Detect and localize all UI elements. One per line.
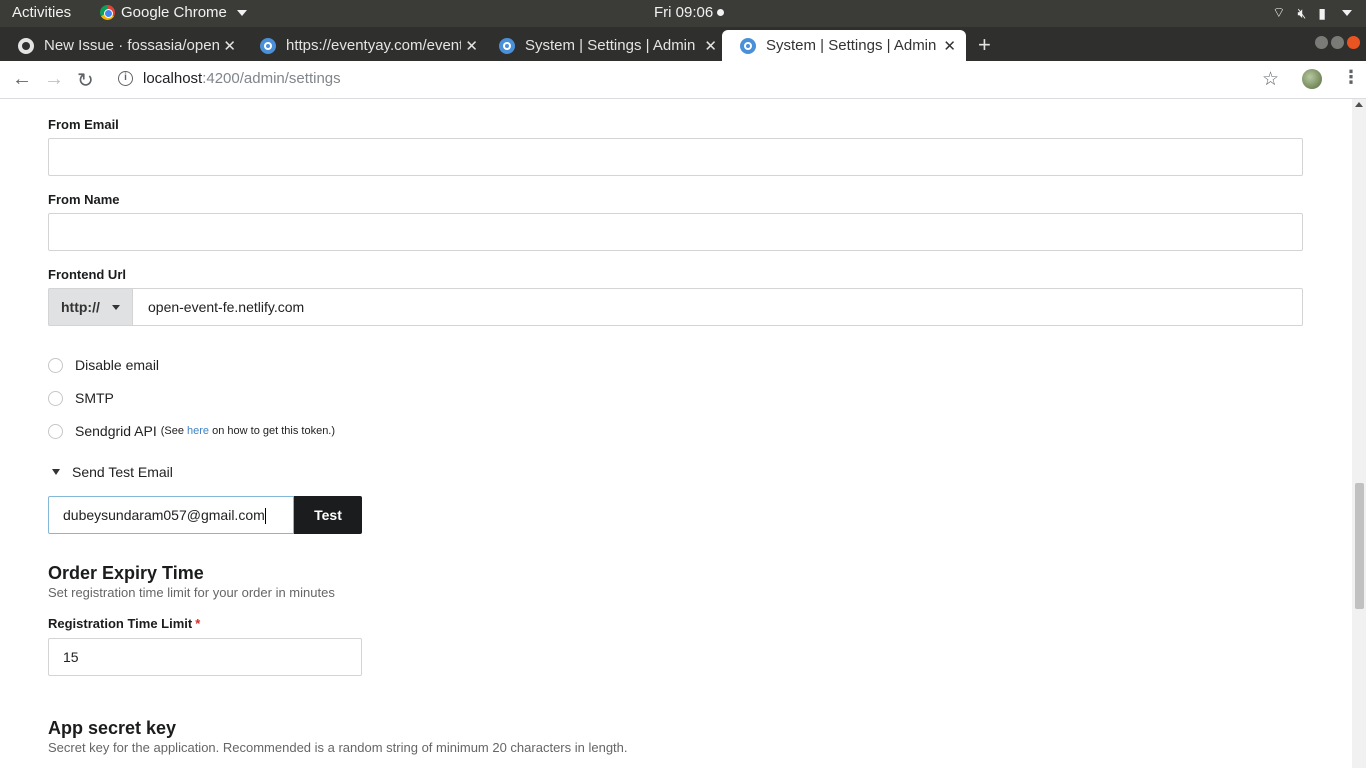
from-name-field[interactable] bbox=[48, 213, 1303, 251]
system-tray[interactable]: ⌔ 🔇︎ ▮ bbox=[1272, 4, 1352, 22]
scroll-up-icon[interactable] bbox=[1355, 102, 1363, 107]
caret-down-icon bbox=[52, 469, 60, 475]
clock[interactable]: Fri 09:06 bbox=[654, 4, 725, 21]
browser-tab-active[interactable]: System | Settings | Admin ✕ bbox=[722, 30, 966, 61]
info-icon[interactable]: i bbox=[118, 71, 133, 86]
test-email-value: dubeysundaram057@gmail.com bbox=[63, 507, 265, 523]
tab-title: System | Settings | Admin bbox=[766, 37, 937, 54]
from-email-field[interactable] bbox=[48, 138, 1303, 176]
frontend-url-field[interactable]: open-event-fe.netlify.com bbox=[48, 288, 1303, 326]
reload-icon[interactable]: ↻ bbox=[77, 68, 94, 93]
send-test-email-toggle[interactable]: Send Test Email bbox=[52, 464, 173, 480]
registration-time-limit-field[interactable]: 15 bbox=[48, 638, 362, 676]
close-icon[interactable]: ✕ bbox=[943, 37, 956, 55]
close-icon[interactable]: ✕ bbox=[223, 37, 236, 55]
accordion-label: Send Test Email bbox=[72, 464, 173, 480]
label-text: Registration Time Limit bbox=[48, 616, 193, 631]
from-name-label: From Name bbox=[48, 192, 120, 207]
scrollbar-thumb[interactable] bbox=[1355, 483, 1364, 609]
minimize-icon[interactable] bbox=[1315, 36, 1328, 49]
avatar[interactable] bbox=[1302, 69, 1322, 89]
tab-title: System | Settings | Admin bbox=[525, 37, 696, 54]
page-content: From Email From Name Frontend Url open-e… bbox=[0, 99, 1352, 768]
chevron-down-icon bbox=[236, 9, 247, 16]
radio-label: SMTP bbox=[75, 390, 114, 406]
radio-circle-icon[interactable] bbox=[48, 357, 63, 373]
url-path: :4200/admin/settings bbox=[202, 70, 341, 87]
url-host: localhost bbox=[143, 70, 203, 87]
sendgrid-note: (See here on how to get this token.) bbox=[161, 425, 335, 437]
close-icon[interactable]: ✕ bbox=[704, 37, 717, 55]
sendgrid-help-link[interactable]: here bbox=[187, 425, 209, 437]
clock-label: Fri 09:06 bbox=[654, 4, 714, 21]
from-email-label: From Email bbox=[48, 117, 119, 132]
address-bar[interactable]: i localhost:4200/admin/settings bbox=[118, 70, 341, 87]
browser-tab[interactable]: New Issue · fossasia/open-event-frontend… bbox=[0, 30, 246, 61]
test-button[interactable]: Test bbox=[294, 496, 362, 534]
close-icon[interactable]: ✕ bbox=[465, 37, 478, 55]
radio-label: Disable email bbox=[75, 357, 160, 373]
required-mark: * bbox=[195, 616, 201, 631]
chevron-down-icon bbox=[1342, 10, 1352, 16]
eventyay-icon bbox=[499, 37, 515, 54]
close-window-icon[interactable] bbox=[1347, 36, 1360, 49]
tab-title: https://eventyay.com/events bbox=[286, 37, 461, 54]
wifi-icon: ⌔ bbox=[1272, 4, 1286, 20]
eventyay-icon bbox=[740, 37, 756, 54]
note-suffix: on how to get this token.) bbox=[209, 425, 336, 437]
radio-circle-icon[interactable] bbox=[48, 423, 63, 439]
dropdown-caret-icon bbox=[112, 305, 120, 310]
radio-circle-icon[interactable] bbox=[48, 390, 63, 406]
browser-tab[interactable]: https://eventyay.com/events ✕ bbox=[242, 30, 488, 61]
page-scrollbar[interactable] bbox=[1352, 99, 1366, 768]
eventyay-icon bbox=[260, 37, 276, 54]
browser-toolbar: ← → ↻ i localhost:4200/admin/settings ☆ … bbox=[0, 61, 1366, 99]
volume-icon: 🔇︎ bbox=[1297, 4, 1307, 21]
protocol-dropdown[interactable]: http:// bbox=[48, 288, 133, 326]
app-secret-heading: App secret key bbox=[48, 718, 177, 738]
back-arrow-icon[interactable]: ← bbox=[12, 68, 32, 91]
new-tab-icon[interactable]: + bbox=[978, 32, 991, 58]
radio-sendgrid-api[interactable]: Sendgrid API (See here on how to get thi… bbox=[48, 423, 335, 439]
radio-disable-email[interactable]: Disable email bbox=[48, 357, 159, 373]
github-icon bbox=[18, 37, 34, 54]
notification-dot-icon bbox=[717, 9, 725, 16]
chrome-icon bbox=[100, 5, 115, 20]
os-top-bar: Activities Google Chrome Fri 09:06 ⌔ 🔇︎ … bbox=[0, 0, 1366, 27]
maximize-icon[interactable] bbox=[1331, 36, 1344, 49]
test-email-input[interactable]: dubeysundaram057@gmail.com bbox=[48, 496, 294, 534]
note-prefix: (See bbox=[160, 425, 188, 437]
forward-arrow-icon[interactable]: → bbox=[44, 68, 64, 91]
protocol-value: http:// bbox=[61, 299, 100, 315]
tab-title: New Issue · fossasia/open-event-frontend bbox=[44, 37, 219, 54]
window-controls bbox=[1315, 36, 1360, 49]
battery-icon: ▮ bbox=[1318, 4, 1326, 21]
radio-smtp[interactable]: SMTP bbox=[48, 390, 114, 406]
tab-strip: New Issue · fossasia/open-event-frontend… bbox=[0, 27, 1366, 61]
registration-time-limit-label: Registration Time Limit * bbox=[48, 616, 200, 631]
text-cursor bbox=[264, 508, 266, 525]
app-menu-label: Google Chrome bbox=[121, 4, 227, 21]
kebab-menu-icon[interactable]: ⋮ bbox=[1342, 67, 1360, 88]
order-expiry-heading: Order Expiry Time bbox=[48, 563, 204, 583]
app-menu[interactable]: Google Chrome bbox=[100, 4, 247, 21]
frontend-url-label: Frontend Url bbox=[48, 267, 126, 282]
app-secret-description: Secret key for the application. Recommen… bbox=[48, 740, 628, 755]
radio-label: Sendgrid API bbox=[75, 423, 157, 439]
order-expiry-description: Set registration time limit for your ord… bbox=[48, 585, 335, 600]
activities-button[interactable]: Activities bbox=[12, 4, 71, 21]
bookmark-star-icon[interactable]: ☆ bbox=[1262, 68, 1279, 91]
browser-tab[interactable]: System | Settings | Admin ✕ bbox=[481, 30, 727, 61]
